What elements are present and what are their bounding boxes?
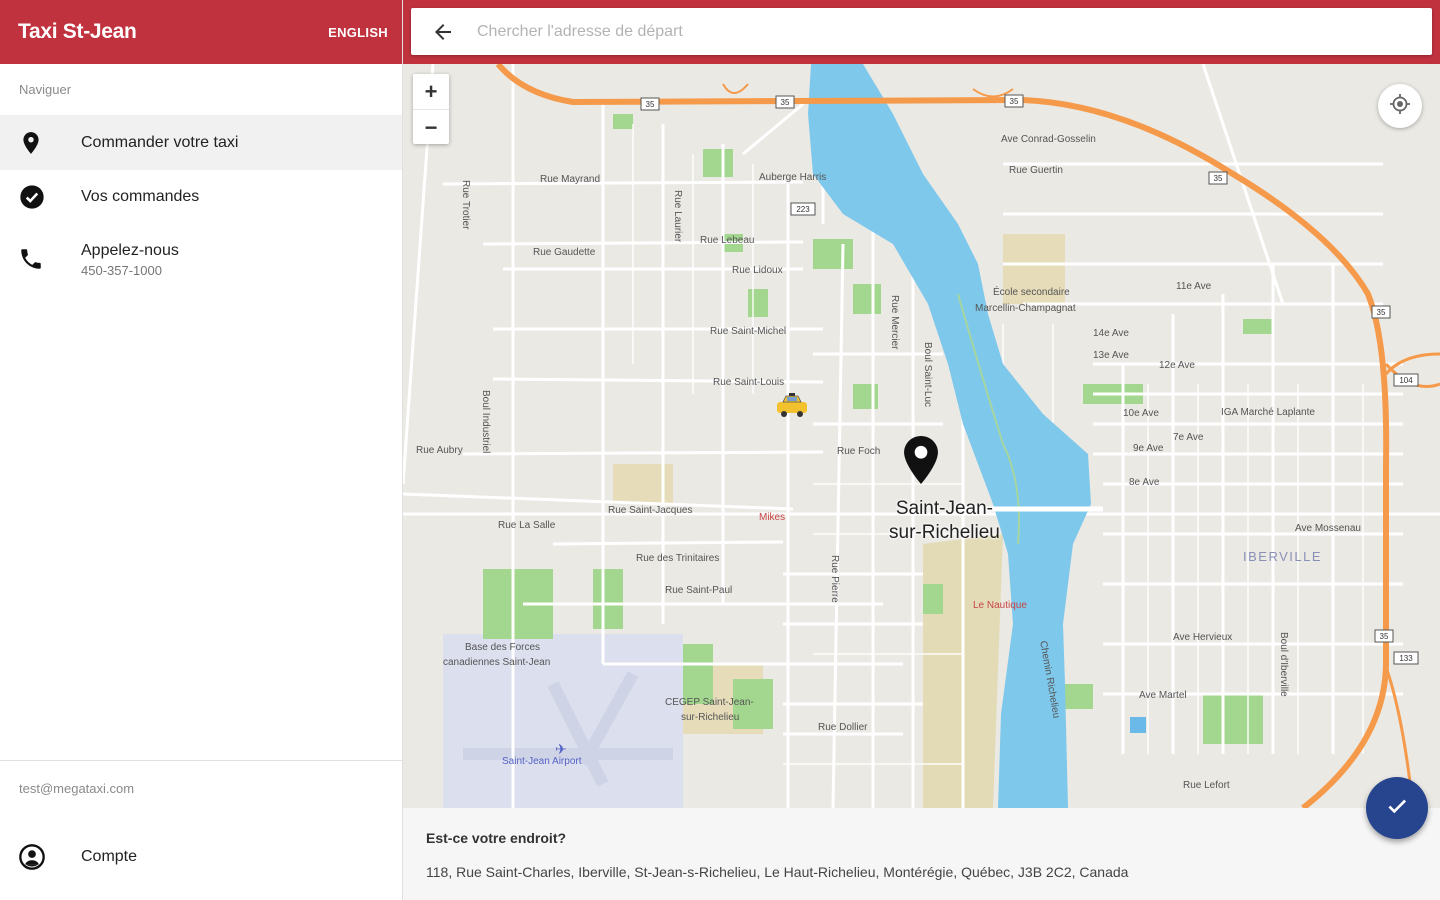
check-icon [1384,793,1410,824]
user-email: test@megataxi.com [19,781,135,796]
route-shield: 35 [646,100,655,109]
map-street-label: 9e Ave [1133,443,1164,454]
app-bar: Taxi St-Jean ENGLISH [0,0,402,64]
route-shield: 223 [796,205,810,214]
confirm-location-button[interactable] [1366,777,1428,839]
map-street-label: Rue des Trinitaires [636,553,720,564]
map-street-label: Boul Saint-Luc [922,342,933,408]
map-street-label: 10e Ave [1123,408,1159,419]
route-shield: 35 [1377,308,1386,317]
map-street-label: 12e Ave [1159,360,1195,371]
map-poi-label: CEGEP Saint-Jean- [665,697,754,708]
map-street-label: Rue La Salle [498,520,556,531]
map-street-label: Ave Martel [1139,690,1187,701]
map-street-label: Rue Lidoux [732,265,783,276]
phone-number: 450-357-1000 [81,263,162,278]
map-poi-label: IGA Marché Laplante [1221,407,1315,418]
my-location-button[interactable] [1378,84,1422,128]
app-title: Taxi St-Jean [18,20,137,43]
nav-item-order-taxi[interactable]: Commander votre taxi [0,116,402,170]
map-view[interactable]: 35 35 35 35 35 104 133 223 35 133 ✈ Rue … [403,0,1440,808]
taxi-icon[interactable] [775,393,809,424]
pickup-marker-icon[interactable] [904,436,938,489]
map-street-label: Rue Gaudette [533,247,596,258]
zoom-out-button[interactable]: − [413,110,449,145]
map-street-label: Boul d'Iberville [1278,632,1289,697]
nav-section-label: Naviguer [0,64,402,116]
map-poi-label: Auberge Harris [759,172,827,183]
confirm-question: Est-ce votre endroit? [426,830,567,846]
route-shield: 35 [1010,97,1019,106]
map-street-label: Rue Aubry [416,445,463,456]
map-street-label: 11e Ave [1176,281,1212,292]
map-street-label: Rue Lebeau [700,235,755,246]
map-street-label: Rue Saint-Louis [713,377,785,388]
map-street-label: Rue Laurier [672,190,683,243]
map-poi-label: Base des Forces [465,642,541,653]
nav-item-label: Commander votre taxi [81,134,239,151]
district-label: IBERVILLE [1243,549,1323,564]
zoom-controls: + − [413,74,449,144]
selected-address: 118, Rue Saint-Charles, Iberville, St-Je… [426,864,1129,880]
phone-icon [0,242,81,272]
route-shield: 104 [1399,376,1413,385]
map-street-label: Rue Guertin [1009,165,1063,176]
map-street-label: 14e Ave [1093,328,1129,339]
nav-item-label: Appelez-nous [81,242,179,259]
location-confirm-panel: Est-ce votre endroit? 118, Rue Saint-Cha… [403,808,1440,900]
map-street-label: Rue Saint-Jacques [608,505,693,516]
map-street-label: Rue Trotier [460,180,471,230]
map-street-label: Rue Mercier [889,295,900,350]
nav-item-call-us[interactable]: Appelez-nous 450-357-1000 [0,224,402,294]
map-poi-label: Le Nautique [973,600,1027,611]
check-circle-icon [0,183,81,211]
nav-item-label: Vos commandes [81,188,200,205]
map-street-label: Rue Saint-Paul [665,585,733,596]
departure-address-input[interactable] [475,21,1379,42]
language-toggle-button[interactable]: ENGLISH [328,25,388,40]
map-street-label: Ave Conrad-Gosselin [1001,134,1096,145]
city-label-line: sur-Richelieu [889,522,1000,543]
account-label: Compte [81,848,138,865]
city-label-line: Saint-Jean- [895,498,994,519]
navigation-drawer: Taxi St-Jean ENGLISH Naviguer Commander … [0,0,403,900]
map-street-label: Boul Industriel [480,390,491,454]
map-street-label: Rue Lefort [1183,780,1230,791]
route-shield: 133 [1399,654,1413,663]
route-shield: 35 [1380,632,1389,641]
map-poi-label: École secondaire [993,287,1070,298]
map-street-label: 8e Ave [1129,477,1160,488]
account-circle-icon [0,843,81,871]
map-poi-label: Marcellin-Champagnat [975,303,1076,314]
zoom-in-button[interactable]: + [413,74,449,110]
map-street-label: 13e Ave [1093,350,1129,361]
search-box [411,8,1432,55]
account-button[interactable]: Compte [0,825,402,889]
map-street-label: Ave Hervieux [1173,632,1233,643]
route-shield: 35 [781,98,790,107]
map-street-label: Rue Pierre [829,555,840,603]
map-poi-label: Mikes [759,512,786,523]
map-street-label: 7e Ave [1173,432,1204,443]
map-poi-label: Saint-Jean Airport [502,756,582,767]
city-label: Saint-Jean- sur-Richelieu [889,497,1000,545]
svg-text:✈: ✈ [555,741,567,757]
map-street-label: Rue Foch [837,446,881,457]
map-poi-label: canadiennes Saint-Jean [443,657,551,668]
crosshair-icon [1388,92,1412,121]
search-bar-container [403,0,1440,64]
map-poi-label: sur-Richelieu [681,712,740,723]
map-street-label: Rue Dollier [818,722,868,733]
drawer-footer: test@megataxi.com Compte [0,760,402,889]
map-street-label: Rue Saint-Michel [710,326,787,337]
location-pin-icon [0,130,81,156]
nav-item-my-orders[interactable]: Vos commandes [0,170,402,224]
back-arrow-icon[interactable] [411,20,475,44]
route-shield: 35 [1214,174,1223,183]
map-street-label: Ave Mossenau [1295,523,1361,534]
map-street-label: Rue Mayrand [540,174,601,185]
